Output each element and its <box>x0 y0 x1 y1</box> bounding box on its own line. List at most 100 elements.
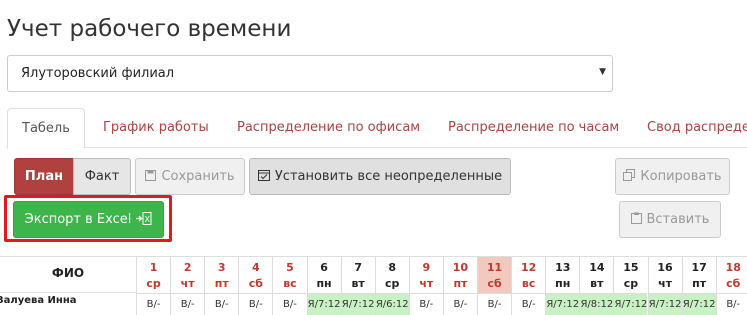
day-weekday: чт <box>419 277 434 290</box>
day-column: 10 пт В/- <box>442 257 477 315</box>
timesheet-cell[interactable]: В/- <box>205 293 239 315</box>
day-column: 7 вт Я/7:12 <box>340 257 375 315</box>
timesheet-cell[interactable]: В/- <box>409 293 443 315</box>
timesheet-cell[interactable]: Я/7:12 <box>341 293 375 315</box>
day-weekday: пт <box>214 277 229 290</box>
timesheet-cell[interactable]: Я/6:12 <box>375 293 409 315</box>
timesheet-cell[interactable]: В/- <box>171 293 205 315</box>
day-number: 16 <box>657 261 673 274</box>
page-title: Учет рабочего времени <box>7 16 292 42</box>
excel-file-icon: X <box>136 211 152 228</box>
svg-text:X: X <box>145 215 151 224</box>
day-weekday: пт <box>692 277 707 290</box>
day-weekday: вт <box>351 277 365 290</box>
tabs-bar: Табель График работы Распределение по оф… <box>7 108 747 149</box>
calendar-check-icon <box>257 169 270 184</box>
day-weekday: вс <box>521 277 536 290</box>
day-number: 5 <box>286 261 294 274</box>
save-button[interactable]: Сохранить <box>135 158 245 195</box>
copy-button[interactable]: Копировать <box>615 158 730 195</box>
day-number: 11 <box>486 261 503 274</box>
tab-office-distribution[interactable]: Распределение по офисам <box>237 108 420 148</box>
timesheet-cell[interactable]: Я/7:12 <box>682 293 716 315</box>
day-weekday: ср <box>385 277 400 290</box>
row-divider <box>0 292 136 293</box>
export-excel-button[interactable]: Экспорт в Excel X <box>13 201 164 238</box>
fio-header: ФИО <box>51 266 85 280</box>
day-number: 17 <box>691 261 707 274</box>
copy-label: Копировать <box>640 169 722 184</box>
caret-down-icon: ▼ <box>599 67 606 77</box>
timesheet-cell[interactable]: В/- <box>443 293 477 315</box>
tab-timesheet[interactable]: Табель <box>7 108 85 149</box>
fact-button[interactable]: Факт <box>73 158 131 195</box>
day-number: 9 <box>422 261 431 274</box>
tab-distribution-summary[interactable]: Свод распреде <box>647 108 747 148</box>
day-weekday: вт <box>590 277 604 290</box>
day-column: 16 чт Я/7:12 <box>647 257 682 315</box>
copy-icon <box>623 169 636 184</box>
day-number: 15 <box>623 261 639 274</box>
day-column: 13 пн Я/7:12 <box>545 257 580 315</box>
day-column: 15 ср Я/7:12 <box>613 257 648 315</box>
day-number: 2 <box>183 261 192 274</box>
day-column: 14 вт Я/8:12 <box>579 257 614 315</box>
day-number: 8 <box>388 261 397 274</box>
day-number: 4 <box>252 261 260 274</box>
tab-hours-distribution[interactable]: Распределение по часам <box>448 108 619 148</box>
day-column: 3 пт В/- <box>204 257 239 315</box>
day-number: 1 <box>149 261 158 274</box>
timesheet-cell[interactable]: В/- <box>239 293 273 315</box>
timesheet-cell[interactable]: Я/7:12 <box>614 293 648 315</box>
day-column: 6 пн Я/7:12 <box>306 257 341 315</box>
timesheet-cell[interactable]: Я/7:12 <box>546 293 580 315</box>
day-weekday: чт <box>658 277 673 290</box>
timesheet-cell[interactable]: Я/7:12 <box>648 293 682 315</box>
plan-button[interactable]: План <box>14 158 74 195</box>
day-number: 7 <box>354 261 362 274</box>
save-label: Сохранить <box>161 169 235 184</box>
plan-label: План <box>24 169 64 184</box>
day-column: 9 чт В/- <box>408 257 443 315</box>
day-weekday: сб <box>248 277 263 290</box>
set-all-undefined-button[interactable]: Установить все неопределенные <box>249 158 511 195</box>
day-weekday: сб <box>487 277 502 290</box>
fact-label: Факт <box>84 169 120 184</box>
day-weekday: сб <box>726 277 741 290</box>
day-number: 12 <box>520 261 537 274</box>
day-column: 2 чт В/- <box>170 257 205 315</box>
day-column: 12 вс В/- <box>511 257 546 315</box>
floppy-disk-icon <box>145 169 157 184</box>
export-label: Экспорт в Excel <box>24 212 132 227</box>
day-weekday: ср <box>623 277 639 290</box>
day-number: 14 <box>589 261 605 274</box>
day-number: 13 <box>555 261 571 274</box>
clipboard-icon <box>630 212 642 227</box>
timesheet-cell[interactable]: В/- <box>137 293 171 315</box>
day-number: 6 <box>320 261 328 274</box>
day-column: 11 сб В/- <box>477 257 512 315</box>
day-column: 1 ср В/- <box>136 257 171 315</box>
day-column: 4 сб В/- <box>238 257 273 315</box>
timesheet-cell[interactable]: Я/7:12 <box>307 293 341 315</box>
day-weekday: пн <box>555 277 571 290</box>
day-number: 3 <box>217 261 226 274</box>
paste-button[interactable]: Вставить <box>619 201 721 238</box>
timesheet-cell[interactable]: В/- <box>478 293 512 315</box>
day-column: 17 пт Я/7:12 <box>681 257 716 315</box>
timesheet-cell[interactable]: В/- <box>273 293 307 315</box>
day-column: 8 ср Я/6:12 <box>374 257 409 315</box>
day-weekday: пт <box>453 277 468 290</box>
tab-work-schedule[interactable]: График работы <box>103 108 209 148</box>
day-column: 18 сб В/- <box>715 257 747 315</box>
timesheet-cell[interactable]: Я/8:12 <box>580 293 614 315</box>
timesheet-cell[interactable]: В/- <box>512 293 546 315</box>
day-number: 10 <box>452 261 469 274</box>
branch-select[interactable]: Ялуторовский филиал ▼ <box>7 55 613 92</box>
day-weekday: пн <box>316 277 332 290</box>
paste-label: Вставить <box>646 212 710 227</box>
day-column: 5 вс В/- <box>272 257 307 315</box>
branch-select-value: Ялуторовский филиал <box>21 66 175 81</box>
timesheet-cell[interactable]: В/- <box>716 293 747 315</box>
day-number: 18 <box>725 261 741 274</box>
